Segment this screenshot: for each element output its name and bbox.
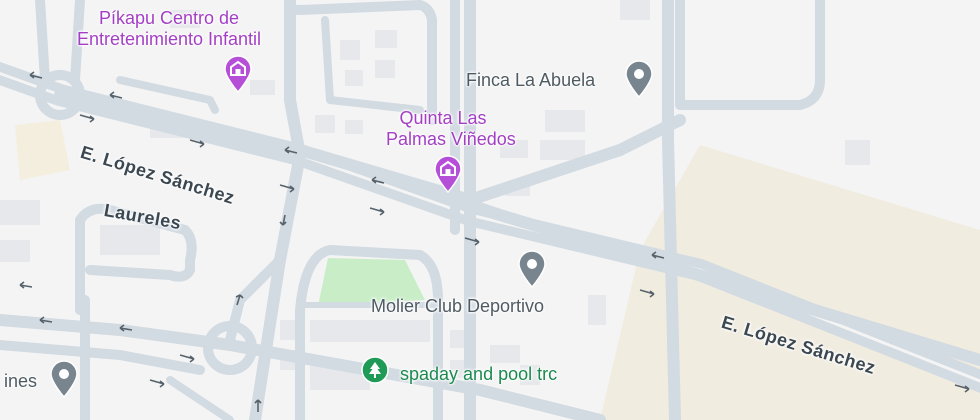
place-label-pikapu[interactable]: Píkapu Centro de Entretenimiento Infanti…	[58, 8, 280, 49]
place-label-spaday[interactable]: spaday and pool trc	[400, 364, 557, 385]
map-canvas[interactable]: E. López Sánchez E. López Sánchez Laurel…	[0, 0, 980, 420]
place-pin-icon[interactable]	[516, 250, 548, 288]
place-label-pikapu-line1: Píkapu Centro de	[98, 8, 240, 28]
place-pin-icon[interactable]	[623, 60, 655, 98]
road-vertical-east	[662, 0, 681, 420]
place-label-quinta[interactable]: Quinta Las Palmas Viñedos	[386, 108, 516, 149]
place-label-molier[interactable]: Molier Club Deportivo	[371, 296, 544, 317]
place-pin-icon[interactable]	[48, 360, 80, 398]
place-label-finca[interactable]: Finca La Abuela	[466, 70, 595, 91]
place-label-quinta-line2: Palmas Viñedos	[386, 128, 516, 149]
sand-area	[600, 145, 980, 420]
amusement-park-icon[interactable]	[222, 55, 254, 93]
sand-area-small	[15, 120, 70, 180]
tree-icon[interactable]	[361, 356, 389, 384]
place-label-pikapu-line2: Entretenimiento Infantil	[76, 28, 262, 49]
place-label-partial[interactable]: ines	[4, 371, 37, 392]
amusement-park-icon[interactable]	[432, 155, 464, 193]
place-label-quinta-line1: Quinta Las	[399, 108, 487, 128]
